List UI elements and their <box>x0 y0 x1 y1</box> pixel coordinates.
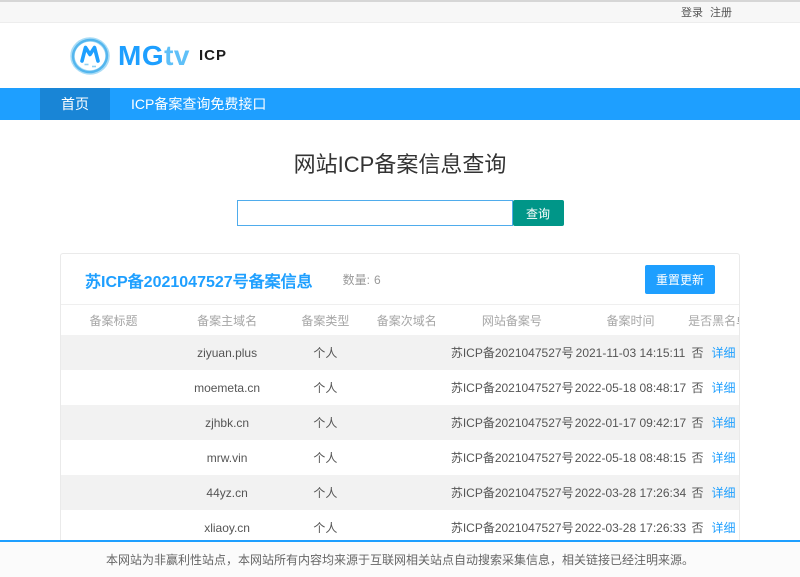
cell-record-title <box>61 405 166 440</box>
cell-record-title <box>61 440 166 475</box>
table-row: 44yz.cn 个人 苏ICP备2021047527号-7 2022-03-28… <box>61 475 739 510</box>
cell-sub-domain <box>363 370 451 405</box>
detail-link[interactable]: 详细 <box>712 451 736 465</box>
main-nav: 首页 ICP备案查询免费接口 <box>0 88 800 120</box>
cell-record-title <box>61 335 166 370</box>
cell-type: 个人 <box>288 370 363 405</box>
cell-blacklist: 否详细 <box>688 405 739 440</box>
page-title: 网站ICP备案信息查询 <box>0 147 800 179</box>
col-header-main-domain: 备案主域名 <box>166 305 288 335</box>
cell-main-domain: ziyuan.plus <box>166 335 288 370</box>
records-table: 备案标题 备案主域名 备案类型 备案次域名 网站备案号 备案时间 是否黑名单 z… <box>61 305 739 545</box>
result-count: 数量: 6 <box>343 271 381 288</box>
cell-record-number: 苏ICP备2021047527号-8 <box>451 440 573 475</box>
footer: 本网站为非赢利性站点，本网站所有内容均来源于互联网相关站点自动搜索采集信息，相关… <box>0 540 800 577</box>
cell-record-time: 2022-05-18 08:48:17 <box>573 370 688 405</box>
logo-text: MGtv <box>118 40 190 72</box>
table-row: moemeta.cn 个人 苏ICP备2021047527号-10 2022-0… <box>61 370 739 405</box>
table-header-row: 备案标题 备案主域名 备案类型 备案次域名 网站备案号 备案时间 是否黑名单 <box>61 305 739 335</box>
logo[interactable]: MGtv ICP <box>68 34 227 78</box>
login-link[interactable]: 登录 <box>681 4 703 20</box>
reset-refresh-button[interactable]: 重置更新 <box>645 265 715 294</box>
cell-blacklist: 否详细 <box>688 370 739 405</box>
result-card-header: 苏ICP备2021047527号备案信息 数量: 6 重置更新 <box>61 254 739 305</box>
cell-sub-domain <box>363 440 451 475</box>
table-row: mrw.vin 个人 苏ICP备2021047527号-8 2022-05-18… <box>61 440 739 475</box>
cell-blacklist: 否详细 <box>688 440 739 475</box>
cell-record-time: 2022-03-28 17:26:34 <box>573 475 688 510</box>
nav-item-icp-api[interactable]: ICP备案查询免费接口 <box>110 88 287 120</box>
col-header-sub-domain: 备案次域名 <box>363 305 451 335</box>
cell-blacklist: 否详细 <box>688 475 739 510</box>
blacklist-value: 否 <box>692 346 704 360</box>
result-card: 苏ICP备2021047527号备案信息 数量: 6 重置更新 备案标题 备案主域… <box>60 253 740 546</box>
cell-main-domain: 44yz.cn <box>166 475 288 510</box>
col-header-time: 备案时间 <box>573 305 688 335</box>
cell-type: 个人 <box>288 440 363 475</box>
blacklist-value: 否 <box>692 486 704 500</box>
col-header-blacklist: 是否黑名单 <box>688 305 739 335</box>
search-form: 查询 <box>0 200 800 226</box>
col-header-title: 备案标题 <box>61 305 166 335</box>
col-header-number: 网站备案号 <box>451 305 573 335</box>
result-count-label: 数量: <box>343 273 370 287</box>
cell-record-title <box>61 475 166 510</box>
blacklist-value: 否 <box>692 451 704 465</box>
cell-main-domain: mrw.vin <box>166 440 288 475</box>
cell-record-number: 苏ICP备2021047527号-10 <box>451 370 573 405</box>
cell-blacklist: 否详细 <box>688 335 739 370</box>
cell-record-time: 2022-01-17 09:42:17 <box>573 405 688 440</box>
footer-text: 本网站为非赢利性站点，本网站所有内容均来源于互联网相关站点自动搜索采集信息，相关… <box>106 551 694 568</box>
cell-main-domain: moemeta.cn <box>166 370 288 405</box>
logo-suffix: ICP <box>199 47 227 64</box>
blacklist-value: 否 <box>692 521 704 535</box>
cell-record-time: 2022-05-18 08:48:15 <box>573 440 688 475</box>
detail-link[interactable]: 详细 <box>712 521 736 535</box>
blacklist-value: 否 <box>692 416 704 430</box>
cell-record-number: 苏ICP备2021047527号-2 <box>451 405 573 440</box>
cell-sub-domain <box>363 405 451 440</box>
result-count-value: 6 <box>374 273 381 287</box>
cell-type: 个人 <box>288 405 363 440</box>
col-header-type: 备案类型 <box>288 305 363 335</box>
cell-sub-domain <box>363 475 451 510</box>
table-body: ziyuan.plus 个人 苏ICP备2021047527号-1 2021-1… <box>61 335 739 545</box>
cell-main-domain: zjhbk.cn <box>166 405 288 440</box>
main-content: 网站ICP备案信息查询 查询 苏ICP备2021047527号备案信息 数量: 6… <box>0 147 800 546</box>
cell-type: 个人 <box>288 335 363 370</box>
cell-record-number: 苏ICP备2021047527号-7 <box>451 475 573 510</box>
table-row: zjhbk.cn 个人 苏ICP备2021047527号-2 2022-01-1… <box>61 405 739 440</box>
topbar: 登录 注册 <box>0 0 800 23</box>
cell-record-time: 2021-11-03 14:15:11 <box>573 335 688 370</box>
search-input[interactable] <box>237 200 513 226</box>
detail-link[interactable]: 详细 <box>712 416 736 430</box>
cell-sub-domain <box>363 335 451 370</box>
register-link[interactable]: 注册 <box>710 4 732 20</box>
result-card-title: 苏ICP备2021047527号备案信息 <box>85 268 313 292</box>
detail-link[interactable]: 详细 <box>712 346 736 360</box>
site-header: MGtv ICP <box>0 23 800 88</box>
nav-item-home[interactable]: 首页 <box>40 88 110 120</box>
cell-type: 个人 <box>288 475 363 510</box>
search-button[interactable]: 查询 <box>513 200 564 226</box>
cell-record-number: 苏ICP备2021047527号-1 <box>451 335 573 370</box>
detail-link[interactable]: 详细 <box>712 381 736 395</box>
detail-link[interactable]: 详细 <box>712 486 736 500</box>
blacklist-value: 否 <box>692 381 704 395</box>
table-row: ziyuan.plus 个人 苏ICP备2021047527号-1 2021-1… <box>61 335 739 370</box>
logo-icon <box>68 34 112 78</box>
cell-record-title <box>61 370 166 405</box>
